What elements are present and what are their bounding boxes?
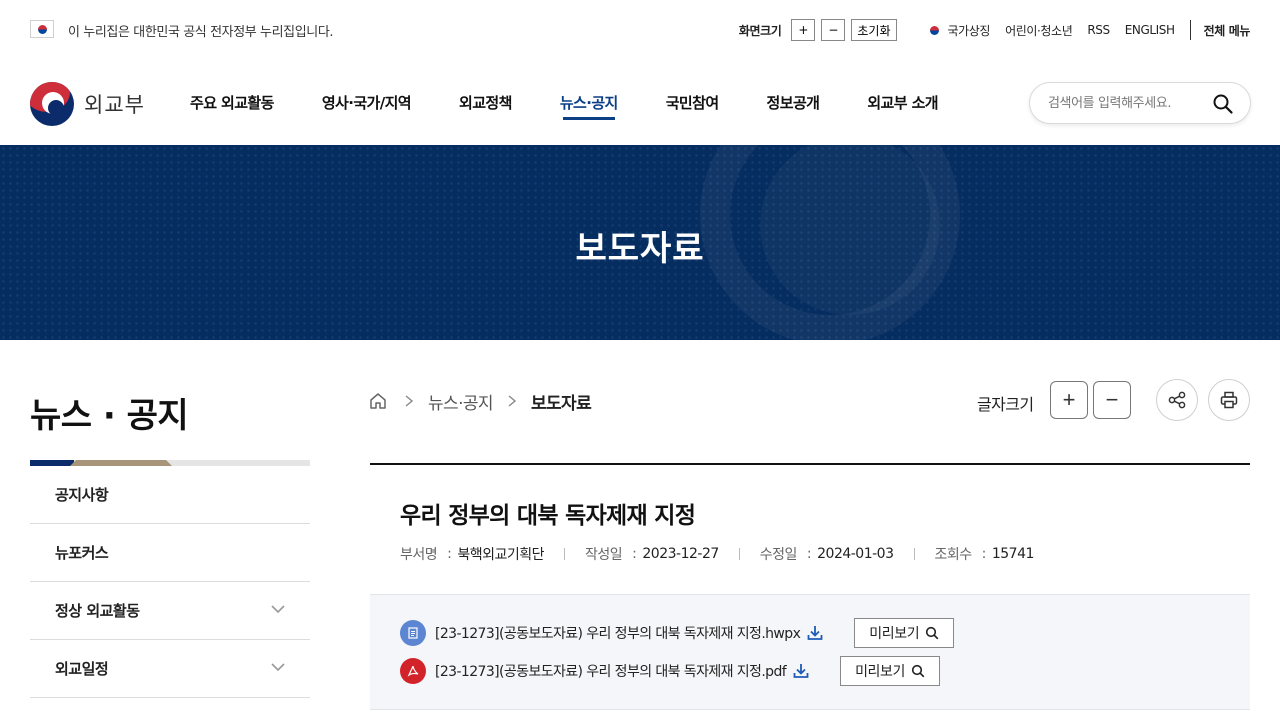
meta-views-value: 15741 [991,546,1035,562]
font-increase-button[interactable]: + [1050,381,1088,419]
sidebar-menu: 공지사항 뉴포커스 정상 외교활동 외교일정 [30,466,310,698]
main-navigation: 주요 외교활동 영사·국가/지역 외교정책 뉴스·공지 국민참여 정보공개 외교… [190,92,986,120]
nav-item-policy[interactable]: 외교정책 [459,92,512,120]
sidebar-item-label: 정상 외교활동 [55,602,140,620]
share-button[interactable] [1156,379,1198,421]
chevron-down-icon [271,663,285,672]
article-title: 우리 정부의 대북 독자제재 지정 [400,503,696,529]
national-symbol-icon [927,24,943,36]
attachment-link-pdf[interactable]: [23-1273](공동보도자료) 우리 정부의 대북 독자제재 지정.pdf [435,661,787,681]
hero-title: 보도자료 [575,229,705,269]
search-icon [926,626,939,640]
sidebar-item-label: 외교일정 [55,660,109,678]
screen-reset-button[interactable]: 초기화 [851,19,897,41]
utility-links: 화면크기 + − 초기화 국가상징 어린이·청소년 RSS ENGLISH 전체… [739,18,1250,42]
nav-item-about[interactable]: 외교부 소개 [867,92,938,120]
sidebar-item-notice[interactable]: 공지사항 [30,466,310,524]
home-icon[interactable] [368,391,388,411]
sidebar-item-summit[interactable]: 정상 외교활동 [30,582,310,640]
font-size-label: 글자크기 [977,395,1034,414]
attachment-item: [23-1273](공동보도자료) 우리 정부의 대북 독자제재 지정.pdf … [400,656,940,686]
rss-link[interactable]: RSS [1087,23,1110,37]
chevron-right-icon [405,395,414,407]
font-decrease-button[interactable]: − [1093,381,1131,419]
meta-modified-label: 수정일 [759,547,798,563]
nav-item-information[interactable]: 정보공개 [767,92,820,120]
meta-created-value: 2023-12-27 [642,546,719,562]
korea-flag-icon [30,20,54,38]
utility-divider [1189,20,1191,40]
search-box [1029,82,1251,124]
sidebar-item-label: 뉴포커스 [55,544,109,562]
all-menu-button[interactable]: 전체 메뉴 [1204,22,1251,39]
sidebar-title: 뉴스 · 공지 [30,396,189,436]
taegeuk-logo-icon [30,82,74,126]
breadcrumb: 뉴스·공지 보도자료 [368,388,592,414]
nav-item-consular[interactable]: 영사·국가/지역 [322,92,412,120]
search-input[interactable] [1048,93,1208,113]
logo-text: 외교부 [84,93,145,117]
download-icon[interactable] [806,624,824,642]
gov-utility-bar: 이 누리집은 대한민국 공식 전자정부 누리집입니다. 화면크기 + − 초기화… [0,0,1280,60]
article-divider [370,463,1250,465]
breadcrumb-item-news[interactable]: 뉴스·공지 [428,389,494,414]
attachment-item: [23-1273](공동보도자료) 우리 정부의 대북 독자제재 지정.hwpx… [400,618,955,648]
chevron-right-icon [508,395,517,407]
meta-dept-value: 북핵외교기획단 [457,547,545,563]
article-meta: 부서명 : 북핵외교기획단 작성일 : 2023-12-27 수정일 : 202… [400,546,1035,563]
download-icon[interactable] [792,662,810,680]
meta-views-label: 조회수 [934,547,973,563]
preview-button[interactable]: 미리보기 [840,656,940,686]
search-icon[interactable] [1212,93,1234,115]
share-icon [1168,391,1186,409]
search-icon [911,664,925,678]
chevron-down-icon [271,605,285,614]
national-symbol-link[interactable]: 국가상징 [927,22,990,39]
preview-button[interactable]: 미리보기 [854,618,955,648]
screen-zoom-out-button[interactable]: − [821,19,846,41]
breadcrumb-item-current: 보도자료 [530,393,592,414]
sidebar-item-schedule[interactable]: 외교일정 [30,640,310,698]
screen-size-label: 화면크기 [738,23,782,38]
english-link[interactable]: ENGLISH [1125,23,1175,37]
gov-notice[interactable]: 이 누리집은 대한민국 공식 전자정부 누리집입니다. [68,21,334,40]
meta-dept-label: 부서명 [400,547,438,563]
screen-zoom-in-button[interactable]: + [791,19,816,41]
print-icon [1220,391,1238,409]
pdf-file-icon [400,658,426,684]
kids-link[interactable]: 어린이·청소년 [1005,22,1073,39]
nav-item-news[interactable]: 뉴스·공지 [560,92,618,120]
attachment-list: [23-1273](공동보도자료) 우리 정부의 대북 독자제재 지정.hwpx… [370,594,1250,710]
print-button[interactable] [1208,379,1250,421]
sidebar-item-newfocus[interactable]: 뉴포커스 [30,524,310,582]
sidebar-item-label: 공지사항 [55,486,109,504]
hero-banner: 보도자료 [0,145,1280,340]
nav-item-diplomacy[interactable]: 주요 외교활동 [190,92,274,120]
site-logo[interactable]: 외교부 [30,82,145,126]
meta-modified-value: 2024-01-03 [817,546,894,562]
document-file-icon [400,620,426,646]
attachment-link-hwpx[interactable]: [23-1273](공동보도자료) 우리 정부의 대북 독자제재 지정.hwpx [435,623,801,643]
nav-item-participation[interactable]: 국민참여 [666,92,719,120]
meta-created-label: 작성일 [585,547,623,563]
